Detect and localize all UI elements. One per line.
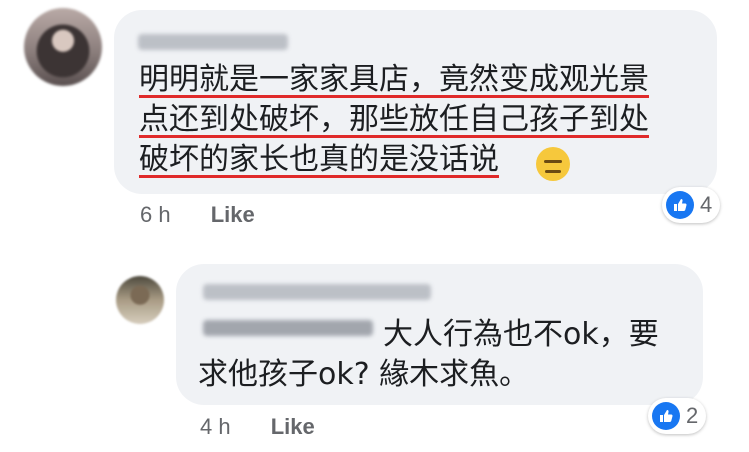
commenter-name-blurred[interactable] (138, 34, 288, 50)
commenter-avatar[interactable] (24, 8, 102, 86)
reply-like-button[interactable]: Like (271, 414, 315, 439)
comment-line: 明明就是一家家具店，竟然变成观光景 (139, 62, 649, 97)
reply-actions: 4 h Like (200, 414, 315, 440)
expressionless-emoji-icon (536, 147, 570, 181)
reply-reaction-count: 2 (686, 403, 699, 428)
comment-like-button[interactable]: Like (211, 202, 255, 227)
thumbs-up-icon (652, 402, 680, 430)
comment-line: 破坏的家长也真的是没话说 (139, 140, 709, 180)
comment-timestamp[interactable]: 6 h (140, 202, 171, 227)
reply-reaction-badge[interactable]: 2 (648, 398, 707, 434)
comment-text: 明明就是一家家具店，竟然变成观光景 点还到处破坏，那些放任自己孩子到处 破坏的家… (139, 60, 709, 180)
comment-reaction-badge[interactable]: 4 (662, 187, 721, 223)
comment-line: 点还到处破坏，那些放任自己孩子到处 (139, 102, 649, 137)
reply-timestamp[interactable]: 4 h (200, 414, 231, 439)
replier-name-blurred[interactable] (203, 284, 431, 300)
reply-text: 大人行為也不ok，要求他孩子ok? 緣木求魚。 (198, 317, 659, 392)
comment-line-text: 破坏的家长也真的是没话说 (139, 142, 499, 177)
thumbs-up-icon (666, 191, 694, 219)
replier-avatar[interactable] (116, 276, 164, 324)
comment-reaction-count: 4 (700, 192, 713, 217)
comment-actions: 6 h Like (140, 202, 255, 228)
